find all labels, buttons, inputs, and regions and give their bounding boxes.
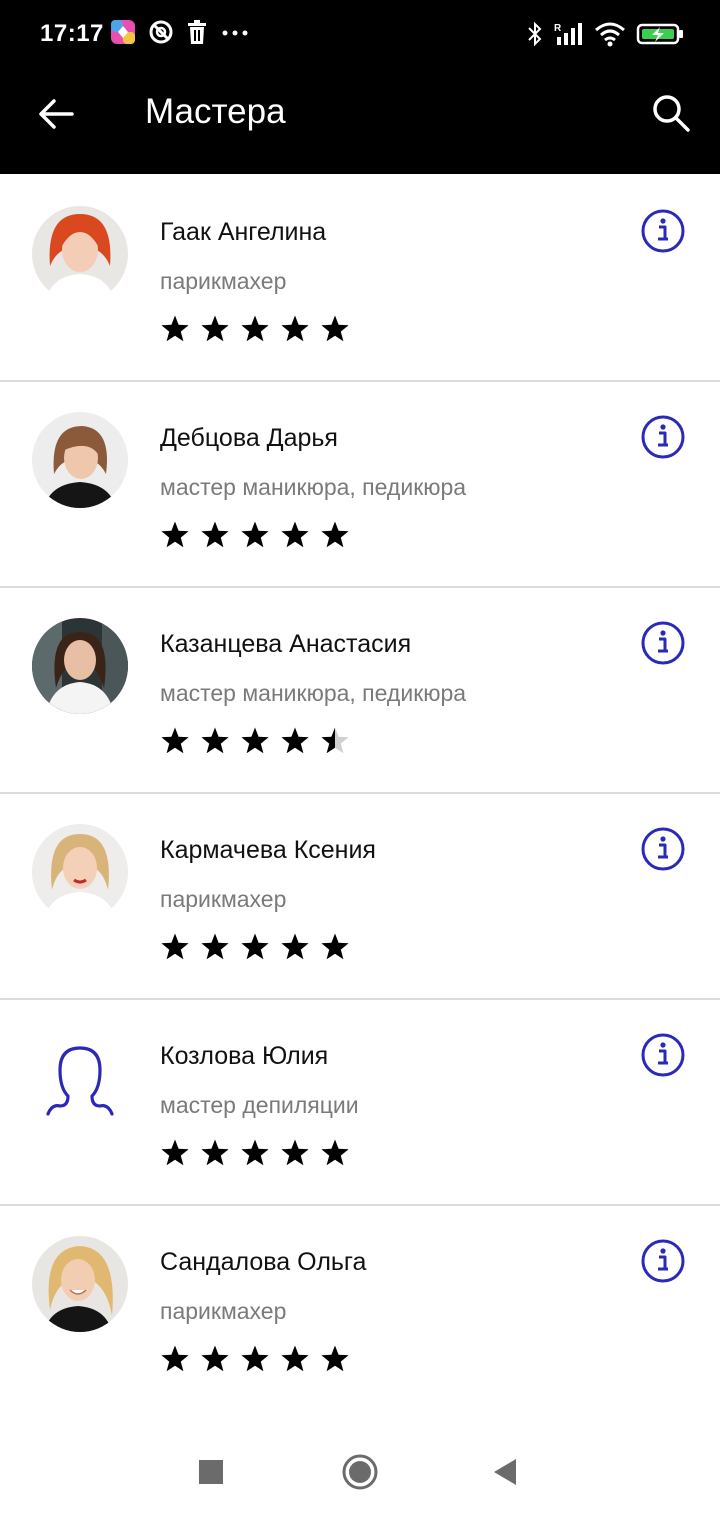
rating-stars [160,932,350,962]
star-full-icon [201,933,229,960]
info-button[interactable] [640,826,686,872]
star-full-icon [241,933,269,960]
info-button[interactable] [640,208,686,254]
master-role: мастер депиляции [160,1092,359,1118]
search-icon [653,95,690,132]
nav-back-button[interactable] [490,1450,520,1494]
info-icon [641,415,685,459]
star-full-icon [201,315,229,342]
avatar [32,206,128,302]
master-name: Казанцева Анастасия [160,630,412,658]
avatar [32,824,128,920]
star-full-icon [281,727,309,754]
master-name: Сандалова Ольга [160,1248,367,1276]
star-full-icon [161,1345,189,1372]
star-full-icon [321,521,349,548]
master-row[interactable]: Гаак Ангелина парикмахер [0,176,720,382]
person-placeholder-icon [38,1036,122,1120]
star-full-icon [281,933,309,960]
star-full-icon [161,521,189,548]
info-button[interactable] [640,1032,686,1078]
master-row[interactable]: Кармачева Ксения парикмахер [0,794,720,1000]
master-name: Козлова Юлия [160,1042,329,1070]
star-full-icon [281,1345,309,1372]
home-circle-icon [342,1454,378,1490]
info-icon [641,827,685,871]
star-full-icon [281,315,309,342]
wifi-icon [594,21,626,52]
trash-icon [186,19,208,50]
arrow-left-icon [39,99,74,129]
master-role: парикмахер [160,268,287,294]
master-row[interactable]: Казанцева Анастасия мастер маникюра, пед… [0,588,720,794]
master-row[interactable]: Сандалова Ольга парикмахер [0,1206,720,1410]
star-full-icon [201,727,229,754]
info-button[interactable] [640,620,686,666]
star-full-icon [321,315,349,342]
avatar [32,1236,128,1332]
star-full-icon [321,1345,349,1372]
info-button[interactable] [640,1238,686,1284]
info-icon [641,1239,685,1283]
master-name: Кармачева Ксения [160,836,376,864]
recents-square-icon [199,1460,223,1484]
rating-stars [160,520,350,550]
star-full-icon [321,1139,349,1166]
svg-text:R: R [554,23,562,34]
status-right-icons: R [526,20,684,53]
star-full-icon [201,1345,229,1372]
master-role: парикмахер [160,1298,287,1324]
star-full-icon [161,727,189,754]
status-left-icons [110,19,250,50]
master-name: Дебцова Дарья [160,424,338,452]
master-role: мастер маникюра, педикюра [160,474,467,500]
star-full-icon [241,727,269,754]
master-name: Гаак Ангелина [160,218,327,246]
star-full-icon [161,315,189,342]
info-button[interactable] [640,414,686,460]
star-full-icon [241,1139,269,1166]
star-full-icon [281,521,309,548]
rating-stars [160,1344,350,1374]
home-button[interactable] [340,1450,380,1494]
star-full-icon [201,521,229,548]
recents-button[interactable] [196,1450,226,1494]
master-row[interactable]: Дебцова Дарья мастер маникюра, педикюра [0,382,720,588]
masters-list: Гаак Ангелина парикмахер Дебцова Дарья м… [0,176,720,1410]
star-full-icon [241,521,269,548]
master-role: мастер маникюра, педикюра [160,680,467,706]
back-triangle-icon [494,1459,516,1485]
star-full-icon [161,1139,189,1166]
master-row[interactable]: Козлова Юлия мастер депиляции [0,1000,720,1206]
status-time: 17:17 [40,20,104,47]
status-bar: 17:17 R [0,0,720,70]
app-bar: Мастера [0,70,720,174]
info-icon [641,1033,685,1077]
rating-stars [160,314,350,344]
bluetooth-icon [526,20,544,53]
signal-icon: R [554,21,584,52]
info-icon [641,209,685,253]
star-full-icon [321,933,349,960]
app-icon [110,19,136,50]
rating-stars [160,1138,350,1168]
star-half-icon [321,727,349,754]
star-full-icon [241,1345,269,1372]
star-full-icon [201,1139,229,1166]
star-full-icon [161,933,189,960]
master-role: парикмахер [160,886,287,912]
star-full-icon [241,315,269,342]
system-nav-bar [0,1412,720,1520]
do-not-disturb-icon [148,19,174,50]
search-button[interactable] [646,88,696,138]
avatar [32,618,128,714]
battery-charging-icon [636,21,684,52]
more-dots-icon [220,19,250,50]
info-icon [641,621,685,665]
avatar [32,412,128,508]
back-button[interactable] [34,92,78,136]
rating-stars [160,726,350,756]
star-full-icon [281,1139,309,1166]
page-title: Мастера [145,92,286,131]
